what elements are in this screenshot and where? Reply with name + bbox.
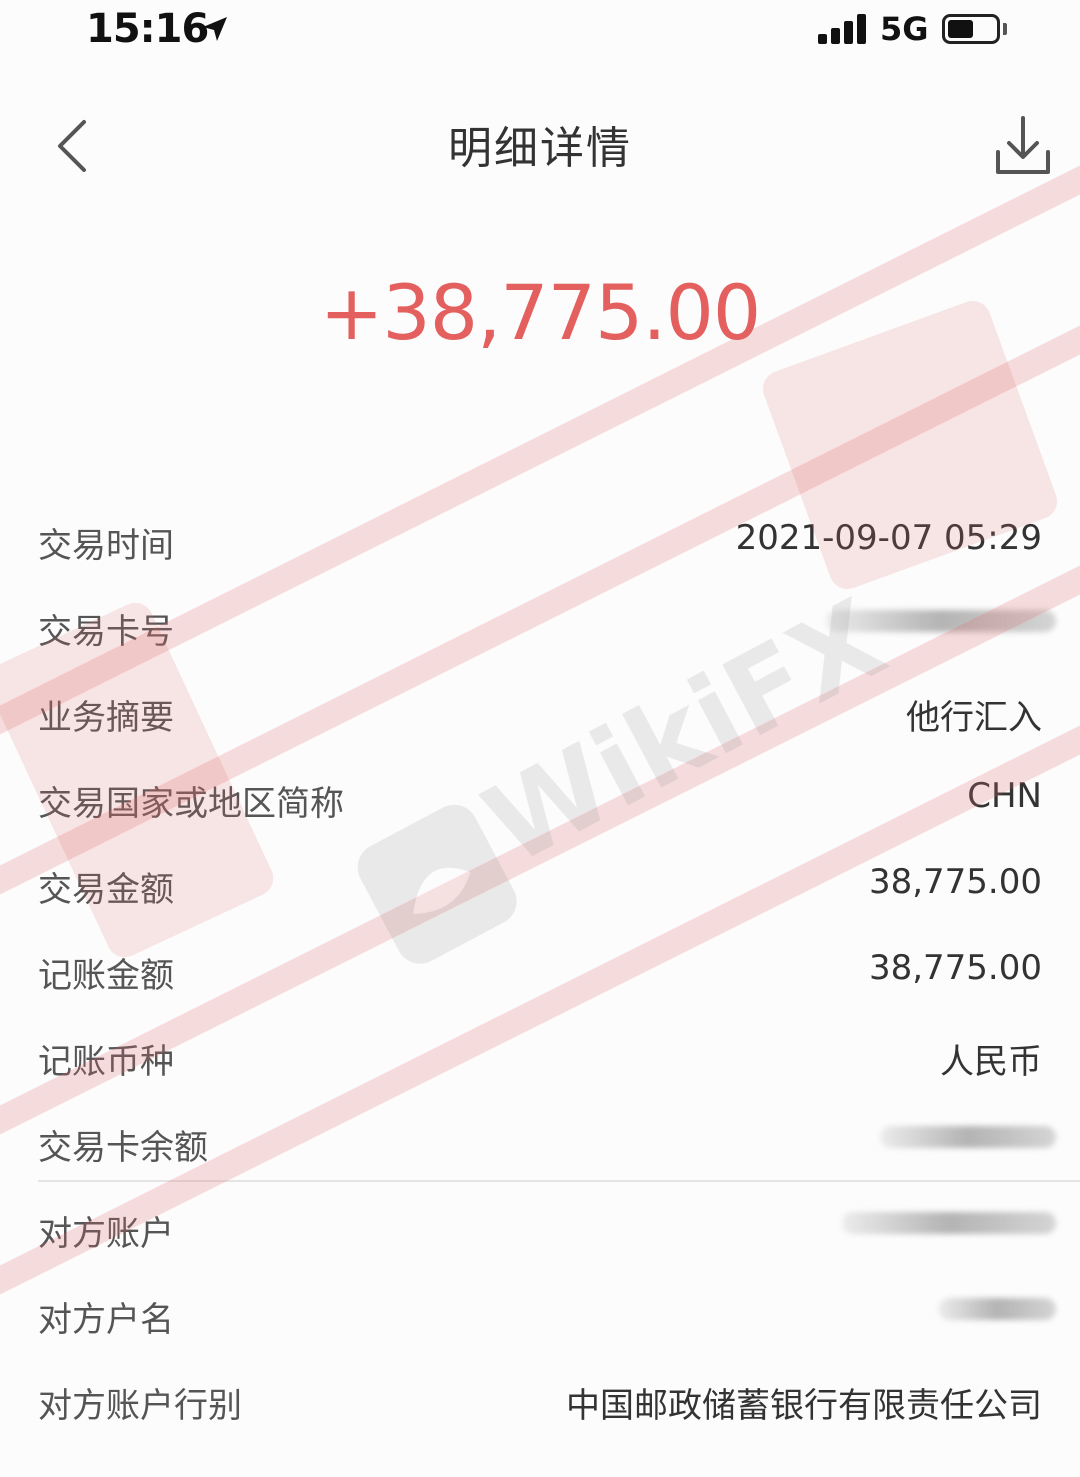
row-label: 交易卡号 <box>38 612 174 652</box>
redacted-value <box>938 1298 1056 1320</box>
detail-row-booked-amount: 记账金额 38,775.00 <box>38 926 1042 1012</box>
row-label: 交易国家或地区简称 <box>38 784 344 824</box>
location-arrow-icon <box>203 17 227 41</box>
detail-row-country: 交易国家或地区简称 CHN <box>38 754 1042 840</box>
network-type: 5G <box>880 10 929 48</box>
row-value: 38,775.00 <box>868 948 1042 988</box>
row-label: 记账金额 <box>38 956 174 996</box>
row-label: 业务摘要 <box>38 698 174 738</box>
page-title: 明细详情 <box>448 123 632 174</box>
row-value: 人民币 <box>940 1042 1042 1082</box>
row-label: 交易时间 <box>38 526 174 566</box>
redacted-value <box>842 1212 1056 1234</box>
detail-row-summary: 业务摘要 他行汇入 <box>38 668 1042 754</box>
row-label: 记账币种 <box>38 1042 174 1082</box>
battery-tip <box>1003 23 1007 35</box>
download-button[interactable] <box>990 112 1056 178</box>
battery-icon <box>942 14 1000 44</box>
row-value: CHN <box>967 776 1042 816</box>
transaction-detail-screen: 15:16 5G 明细详情 +38,775.00 交易时间 2021-09-07… <box>0 0 1080 1477</box>
redacted-value <box>826 610 1056 632</box>
row-value: 2021-09-07 05:29 <box>735 518 1042 558</box>
row-label: 交易卡余额 <box>38 1128 208 1168</box>
row-label: 对方户名 <box>38 1300 174 1340</box>
battery-level <box>948 20 973 38</box>
row-label: 交易金额 <box>38 870 174 910</box>
detail-row-transaction-time: 交易时间 2021-09-07 05:29 <box>38 496 1042 582</box>
detail-row-counterparty-bank: 对方账户行别 中国邮政储蓄银行有限责任公司 <box>38 1356 1042 1442</box>
row-label: 对方账户 <box>38 1214 174 1254</box>
download-icon <box>996 116 1050 174</box>
row-value: 他行汇入 <box>906 698 1042 738</box>
row-value: 38,775.00 <box>868 862 1042 902</box>
detail-row-transaction-amount: 交易金额 38,775.00 <box>38 840 1042 926</box>
section-divider <box>38 1180 1080 1182</box>
row-label: 对方账户行别 <box>38 1386 242 1426</box>
detail-row-currency: 记账币种 人民币 <box>38 1012 1042 1098</box>
detail-row-counterparty-name: 对方户名 <box>38 1270 1056 1356</box>
detail-row-counterparty-account: 对方账户 <box>38 1184 1056 1270</box>
transaction-amount: +38,775.00 <box>319 268 761 357</box>
redacted-value <box>880 1126 1056 1148</box>
status-bar: 15:16 5G <box>0 0 1080 62</box>
cellular-signal-icon <box>818 14 870 44</box>
nav-bar: 明细详情 <box>0 90 1080 200</box>
status-time: 15:16 <box>86 6 209 52</box>
detail-row-card-balance: 交易卡余额 <box>38 1098 1056 1184</box>
row-value: 中国邮政储蓄银行有限责任公司 <box>566 1386 1042 1426</box>
detail-row-card-number: 交易卡号 <box>38 582 1056 668</box>
